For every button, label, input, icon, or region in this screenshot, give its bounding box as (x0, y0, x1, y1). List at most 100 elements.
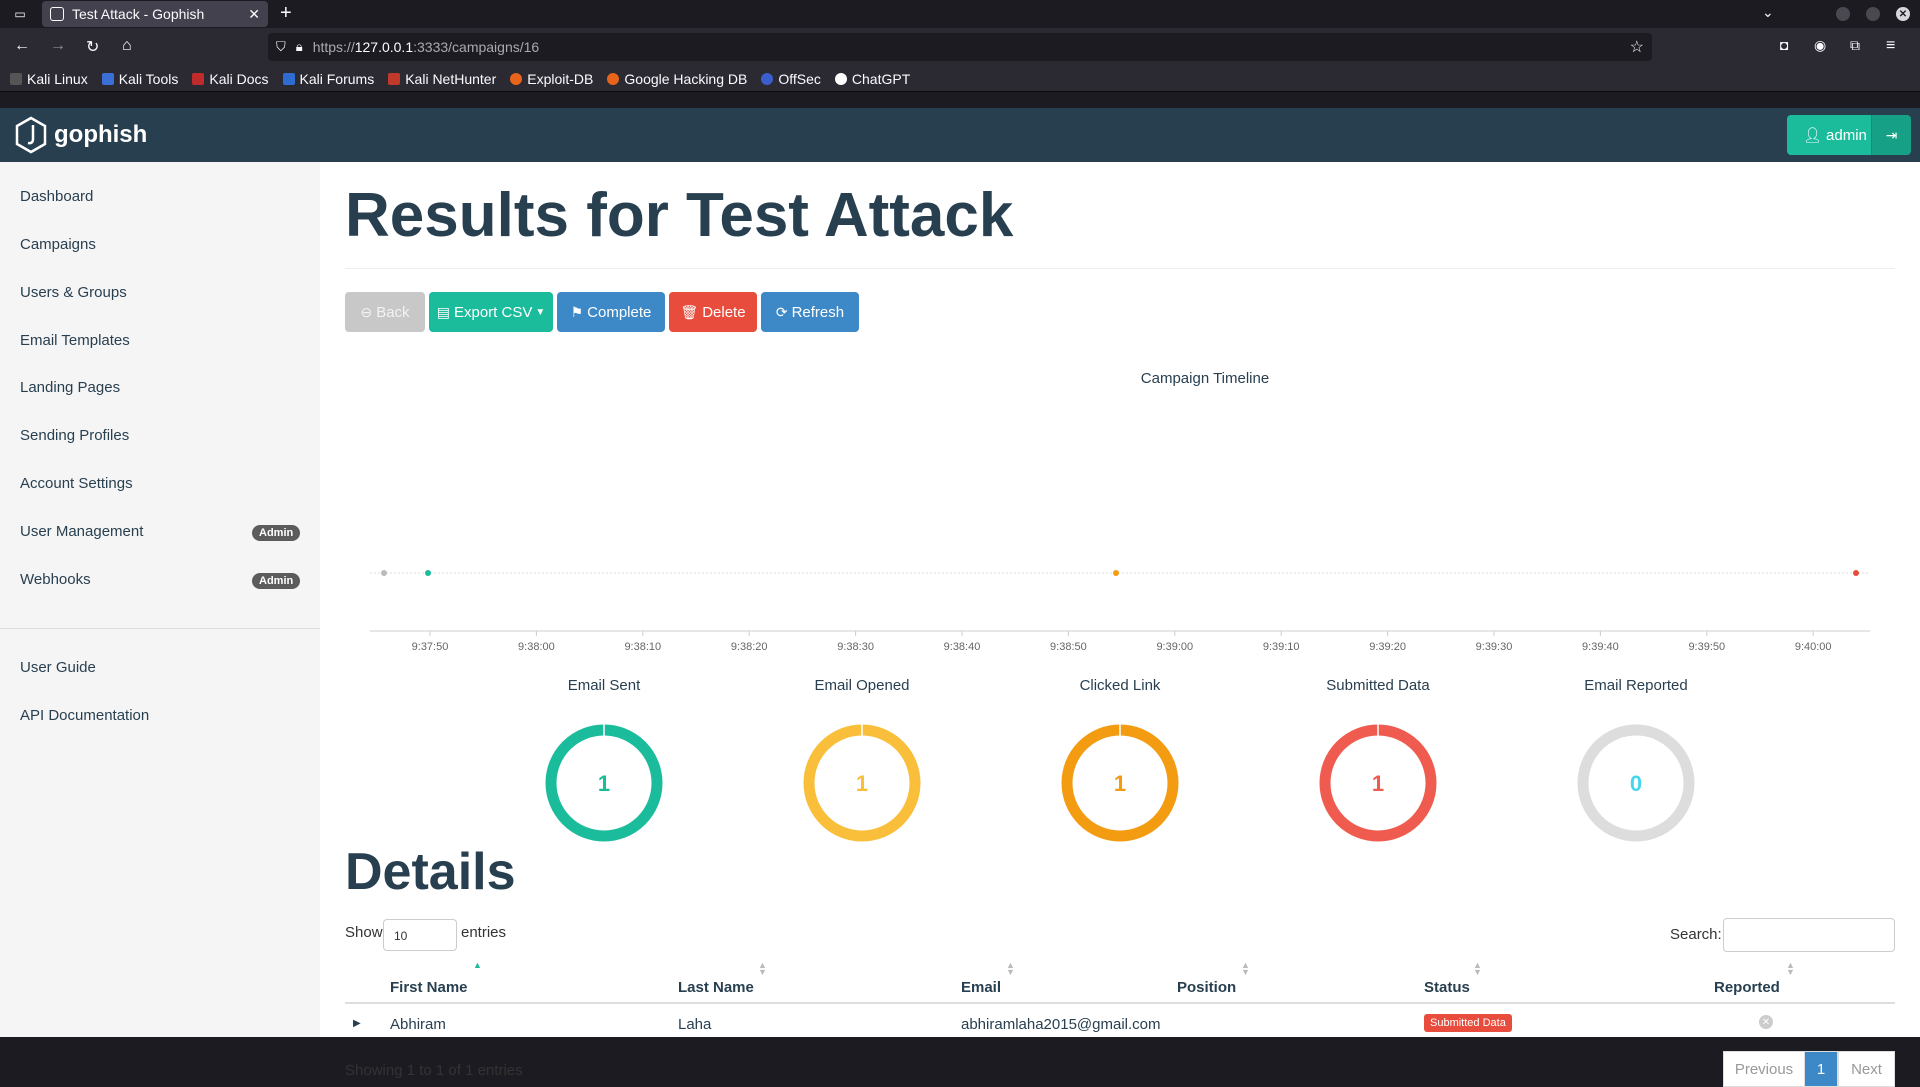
brand-name: gophish (54, 121, 148, 148)
user-menu-button[interactable]: 👤︎ admin (1787, 115, 1883, 155)
stat-label: Email Opened (814, 677, 910, 694)
nethunter-icon (388, 72, 401, 85)
bookmark-offsec[interactable]: OffSec (761, 71, 821, 87)
stat-donut: 1 (1319, 724, 1437, 842)
brand[interactable]: gophish (14, 116, 147, 154)
timeline-event-clicked[interactable] (1113, 570, 1119, 576)
sidebar-item-webhooks[interactable]: Webhooks (20, 571, 91, 588)
stat-donut: 0 (1577, 724, 1695, 842)
column-status[interactable]: Status (1424, 979, 1470, 996)
timeline-tick-label: 9:39:00 (1156, 641, 1193, 653)
sidebar-item-dashboard[interactable]: Dashboard (20, 188, 93, 205)
bookmark-star-icon[interactable]: ☆ (1630, 37, 1644, 57)
main-content: Results for Test Attack ⊖ Back ▤ Export CS… (345, 162, 1895, 1087)
close-window-icon[interactable]: ✕ (1896, 7, 1910, 21)
admin-badge: Admin (252, 525, 301, 541)
cell-first-name: Abhiram (390, 1016, 446, 1033)
user-label: admin (1826, 126, 1867, 144)
timeline-tick-label: 9:39:20 (1369, 641, 1406, 653)
table-info: Showing 1 to 1 of 1 entries (345, 1062, 523, 1079)
bookmark-google-hacking-db[interactable]: Google Hacking DB (607, 71, 747, 87)
sort-icon[interactable]: ▲ ▼ (758, 961, 767, 977)
expand-row-icon[interactable]: ▶ (353, 1018, 361, 1029)
bookmark-kali-forums[interactable]: Kali Forums (282, 71, 374, 87)
home-icon[interactable]: ⌂ (122, 37, 132, 55)
kali-dragon-icon (10, 72, 22, 85)
timeline-tick-label: 9:39:50 (1688, 641, 1725, 653)
timeline-event-submitted[interactable] (1853, 570, 1859, 576)
timeline-tick-label: 9:38:50 (1050, 641, 1087, 653)
timeline-tick-label: 9:38:20 (731, 641, 768, 653)
sort-asc-icon[interactable]: ▲ (473, 961, 482, 970)
column-email[interactable]: Email (961, 979, 1001, 996)
pagination-next[interactable]: Next (1838, 1051, 1895, 1087)
bookmark-chatgpt[interactable]: ChatGPT (834, 71, 910, 87)
address-bar[interactable]: ⛉ 🔒︎ https://127.0.0.1:3333/campaigns/16… (268, 33, 1652, 61)
logout-button[interactable]: ⇥ (1871, 115, 1911, 155)
column-position[interactable]: Position (1177, 979, 1236, 996)
pocket-icon[interactable]: ◘ (1780, 37, 1788, 53)
timeline-tick-label: 9:39:40 (1582, 641, 1619, 653)
tab-list-chevron-icon[interactable]: ⌄ (1762, 4, 1774, 21)
sidebar-item-sending-profiles[interactable]: Sending Profiles (20, 427, 129, 444)
reload-icon[interactable]: ↻ (86, 37, 99, 57)
maximize-window-icon[interactable] (1866, 7, 1880, 21)
admin-badge: Admin (252, 573, 301, 589)
bookmark-kali-linux[interactable]: Kali Linux (10, 71, 88, 87)
sort-icon[interactable]: ▲ ▼ (1006, 961, 1015, 977)
pagination-page-1[interactable]: 1 (1804, 1051, 1838, 1087)
sort-icon[interactable]: ▲ ▼ (1241, 961, 1250, 977)
show-label: Show (345, 924, 383, 941)
extensions-icon[interactable]: ⧉ (1850, 37, 1860, 54)
forward-arrow-icon[interactable]: → (50, 37, 66, 55)
entries-per-page-select[interactable]: 10 (383, 919, 457, 951)
timeline-event-start[interactable] (381, 570, 387, 576)
sidebar-item-users-groups[interactable]: Users & Groups (20, 284, 127, 301)
sign-out-icon: ⇥ (1885, 126, 1898, 143)
minimize-window-icon[interactable] (1836, 7, 1850, 21)
bookmarks-bar: Kali Linux Kali Tools Kali Docs Kali For… (0, 66, 1920, 92)
browser-tab-active[interactable]: Test Attack - Gophish ✕ (42, 1, 268, 27)
entries-label: entries (461, 924, 507, 941)
gophish-favicon-icon (50, 7, 64, 21)
back-arrow-icon[interactable]: ← (14, 37, 30, 55)
bookmark-kali-tools[interactable]: Kali Tools (101, 71, 178, 87)
details-heading: Details (345, 843, 516, 901)
bookmark-kali-docs[interactable]: Kali Docs (192, 71, 269, 87)
sidebar-item-api-documentation[interactable]: API Documentation (20, 707, 149, 724)
column-reported[interactable]: Reported (1714, 979, 1780, 996)
account-icon[interactable]: ◉ (1814, 37, 1826, 54)
sort-icon[interactable]: ▲ ▼ (1786, 961, 1795, 977)
sidebar-item-user-guide[interactable]: User Guide (20, 659, 96, 676)
url-text: https://127.0.0.1:3333/campaigns/16 (312, 39, 540, 55)
sidebar-item-email-templates[interactable]: Email Templates (20, 332, 130, 349)
menu-icon[interactable]: ≡ (1886, 37, 1895, 55)
sidebar: Dashboard Campaigns Users & Groups Email… (0, 162, 320, 1037)
status-badge: Submitted Data (1424, 1014, 1512, 1032)
bookmark-exploit-db[interactable]: Exploit-DB (510, 71, 593, 87)
new-tab-icon[interactable]: + (280, 2, 292, 25)
column-last-name[interactable]: Last Name (678, 979, 754, 996)
bookmark-kali-nethunter[interactable]: Kali NetHunter (388, 71, 496, 87)
timeline-ticks: 9:37:50 9:38:00 9:38:10 9:38:20 9:38:30 9:38:… (412, 631, 1832, 653)
search-input[interactable] (1723, 918, 1895, 952)
search-label: Search: (1670, 926, 1722, 943)
user-icon: 👤︎ (1803, 127, 1823, 144)
sort-icon[interactable]: ▲ ▼ (1473, 961, 1482, 977)
exploit-db-icon (510, 72, 523, 85)
tab-list-icon[interactable]: ▭ (10, 4, 30, 24)
kali-docs-icon (192, 72, 205, 85)
timeline-event-sent[interactable] (425, 570, 431, 576)
tab-close-icon[interactable]: ✕ (248, 6, 260, 23)
lock-icon[interactable]: 🔒︎ (296, 39, 303, 55)
stat-label: Email Reported (1584, 677, 1688, 694)
tracking-shield-icon[interactable]: ⛉ (276, 39, 286, 55)
pagination-previous[interactable]: Previous (1723, 1051, 1805, 1087)
sidebar-item-landing-pages[interactable]: Landing Pages (20, 379, 120, 396)
kali-tools-icon (101, 72, 114, 85)
sidebar-item-campaigns[interactable]: Campaigns (20, 236, 96, 253)
sidebar-item-account-settings[interactable]: Account Settings (20, 475, 133, 492)
column-first-name[interactable]: First Name (390, 979, 468, 996)
table-row[interactable]: ▶ Abhiram Laha abhiramlaha2015@gmail.com… (345, 1005, 1895, 1045)
sidebar-item-user-management[interactable]: User Management (20, 523, 143, 540)
